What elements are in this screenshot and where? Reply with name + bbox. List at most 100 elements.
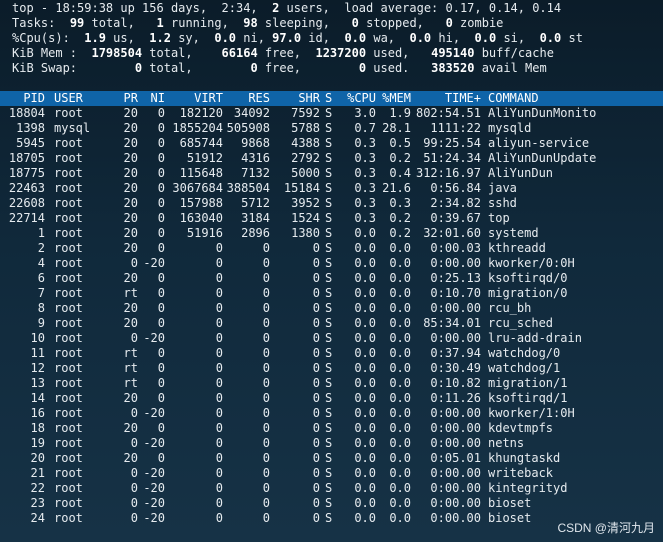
cell-virt: 157988 xyxy=(179,196,223,210)
cell-shr: 0 xyxy=(312,391,320,405)
header-ni: NI xyxy=(150,91,165,105)
cell-shr: 0 xyxy=(312,496,320,510)
cpu-us-label: us, xyxy=(105,31,135,45)
cell-cpu: 0.0 xyxy=(354,496,376,510)
cell-mem: 0.0 xyxy=(389,466,411,480)
cell-state: S xyxy=(325,286,333,300)
cell-pid: 5945 xyxy=(16,136,45,150)
cell-pr: 20 xyxy=(123,421,138,435)
cell-pr: 20 xyxy=(123,391,138,405)
cell-ni: 0 xyxy=(157,376,165,390)
swap-avail-label: avail Mem xyxy=(474,61,547,75)
cell-mem: 0.0 xyxy=(389,436,411,450)
cell-mem: 28.1 xyxy=(382,121,411,135)
cell-time: 0:10.70 xyxy=(430,286,481,300)
cell-res: 0 xyxy=(262,511,270,525)
header-virt: VIRT xyxy=(194,91,223,105)
cell-mem: 0.0 xyxy=(389,391,411,405)
cell-virt: 0 xyxy=(215,511,223,525)
header-state: S xyxy=(325,91,333,105)
cell-cpu: 0.0 xyxy=(354,466,376,480)
tasks-stopped-label: stopped, xyxy=(358,16,424,30)
cell-user: root xyxy=(54,406,83,420)
cell-mem: 0.0 xyxy=(389,331,411,345)
cell-cpu: 0.0 xyxy=(354,406,376,420)
cell-command: watchdog/1 xyxy=(488,361,561,375)
cpu-ni: 0.0 xyxy=(214,31,237,45)
cell-pr: 20 xyxy=(123,121,138,135)
swap-used: 0 xyxy=(358,61,367,75)
cell-pr: 20 xyxy=(123,226,138,240)
cell-user: root xyxy=(54,496,83,510)
cell-command: kdevtmpfs xyxy=(488,421,554,435)
header-command: COMMAND xyxy=(488,91,539,105)
mem-buff: 495140 xyxy=(431,46,475,60)
cell-shr: 5000 xyxy=(291,166,320,180)
cell-virt: 182120 xyxy=(179,106,223,120)
cell-command: netns xyxy=(488,436,525,450)
cell-state: S xyxy=(325,496,333,510)
cpu-ni-label: ni, xyxy=(236,31,265,45)
cell-cpu: 0.0 xyxy=(354,331,376,345)
cell-res: 0 xyxy=(262,241,270,255)
cell-pid: 13 xyxy=(30,376,45,390)
cell-state: S xyxy=(325,421,333,435)
cell-mem: 0.3 xyxy=(389,196,411,210)
cell-state: S xyxy=(325,196,333,210)
cell-time: 0:00.00 xyxy=(430,481,481,495)
cpu-st-label: st xyxy=(561,31,583,45)
cell-command: kintegrityd xyxy=(488,481,568,495)
cell-command: kthreadd xyxy=(488,241,546,255)
cell-mem: 0.2 xyxy=(389,226,411,240)
cell-pr: 20 xyxy=(123,211,138,225)
cell-command: bioset xyxy=(488,496,532,510)
cell-shr: 5788 xyxy=(291,121,320,135)
cell-mem: 0.2 xyxy=(389,211,411,225)
cell-res: 0 xyxy=(262,346,270,360)
cell-cpu: 0.0 xyxy=(354,391,376,405)
cell-state: S xyxy=(325,346,333,360)
cell-ni: 0 xyxy=(157,346,165,360)
cell-user: root xyxy=(54,136,83,150)
cell-cpu: 0.0 xyxy=(354,481,376,495)
cell-user: root xyxy=(54,481,83,495)
cell-time: 1111:22 xyxy=(430,121,481,135)
cell-ni: 0 xyxy=(157,451,165,465)
cell-pr: 20 xyxy=(123,181,138,195)
cell-shr: 0 xyxy=(312,511,320,525)
cell-res: 0 xyxy=(262,331,270,345)
cell-cpu: 3.0 xyxy=(354,106,376,120)
cell-user: root xyxy=(54,151,83,165)
cell-shr: 0 xyxy=(312,301,320,315)
cell-command: kworker/1:0H xyxy=(488,406,575,420)
cell-ni: 0 xyxy=(157,391,165,405)
cell-res: 4316 xyxy=(241,151,270,165)
swap-total: 0 xyxy=(134,61,143,75)
cell-command: aliyun-service xyxy=(488,136,590,150)
tasks-sleeping-label: sleeping, xyxy=(257,16,330,30)
cell-pr: 0 xyxy=(130,331,138,345)
cell-mem: 0.0 xyxy=(389,406,411,420)
cell-shr: 0 xyxy=(312,436,320,450)
cell-state: S xyxy=(325,391,333,405)
cell-virt: 0 xyxy=(215,406,223,420)
cell-cpu: 0.0 xyxy=(354,226,376,240)
cell-cpu: 0.0 xyxy=(354,421,376,435)
cell-virt: 0 xyxy=(215,286,223,300)
cell-ni: -20 xyxy=(143,331,165,345)
cell-virt: 0 xyxy=(215,436,223,450)
cell-command: migration/0 xyxy=(488,286,568,300)
cpu-wa: 0.0 xyxy=(344,31,367,45)
cell-cpu: 0.0 xyxy=(354,241,376,255)
header-cpu: %CPU xyxy=(347,91,376,105)
mem-total: 1798504 xyxy=(91,46,143,60)
terminal-window[interactable]: top - 18:59:38 up 156 days, 2:34, 2 user… xyxy=(0,0,663,542)
cell-pr: 20 xyxy=(123,106,138,120)
cell-pr: 0 xyxy=(130,436,138,450)
tasks-total-label: total, xyxy=(84,16,135,30)
cell-mem: 0.0 xyxy=(389,316,411,330)
cell-res: 0 xyxy=(262,421,270,435)
cell-virt: 0 xyxy=(215,271,223,285)
header-user: USER xyxy=(54,91,83,105)
cell-res: 0 xyxy=(262,361,270,375)
